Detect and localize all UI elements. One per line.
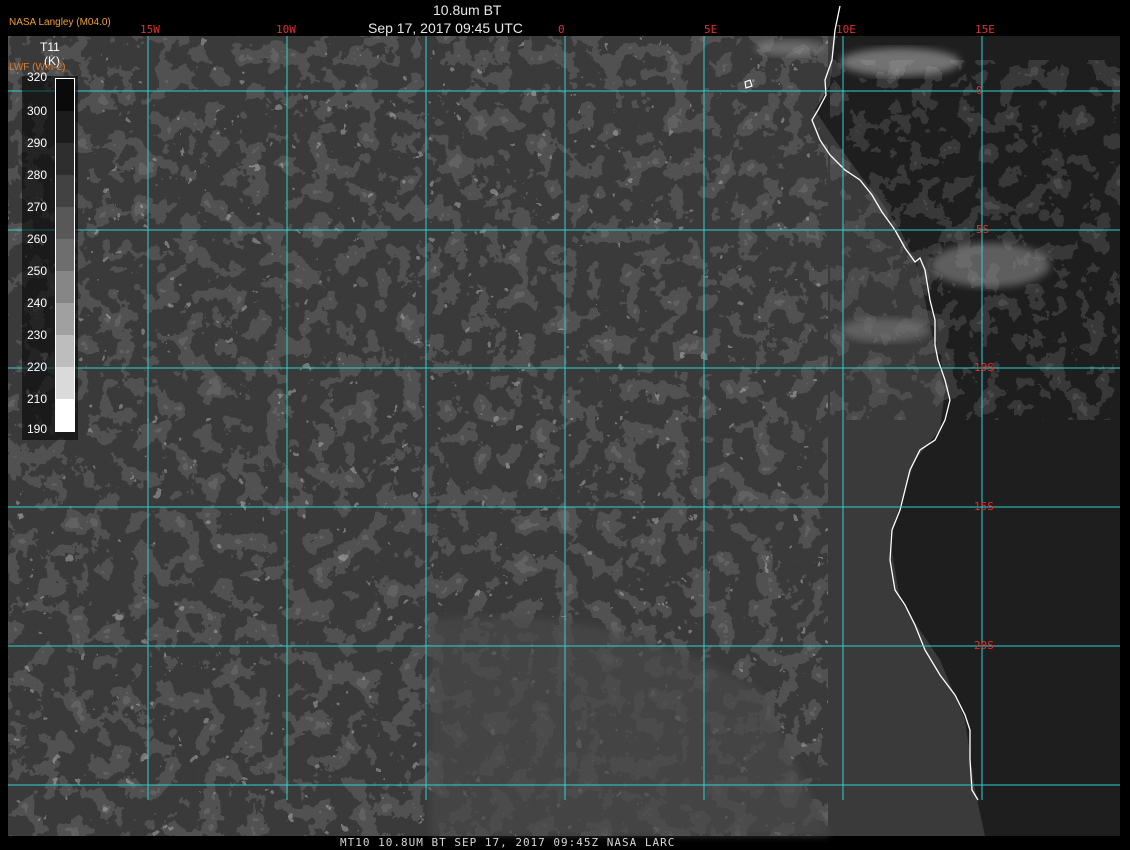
- product-title: 10.8um BT: [433, 2, 502, 18]
- colorbar-tick: 300: [27, 104, 47, 118]
- colorbar-tick: 250: [27, 264, 47, 278]
- colorbar-tick: 280: [27, 168, 47, 182]
- colorbar-tick: 230: [27, 328, 47, 342]
- colorbar-tick: 260: [27, 232, 47, 246]
- cloud-patch: [755, 40, 825, 56]
- colorbar-swatch: [56, 335, 74, 367]
- footer-caption: MT10 10.8UM BT SEP 17, 2017 09:45Z NASA …: [340, 836, 676, 849]
- cloud-patch: [840, 48, 960, 76]
- lon-label: 5E: [704, 23, 717, 36]
- satellite-map: 15W 10W 0 5E 10E 15E 0 5S 10S 15S 20S T1…: [8, 5, 1120, 836]
- lon-label: 10E: [836, 23, 856, 36]
- colorbar-swatch: [56, 175, 74, 207]
- colorbar-tick: 220: [27, 360, 47, 374]
- colorbar-variable: T11: [40, 40, 60, 54]
- image-datetime: Sep 17, 2017 09:45 UTC: [368, 20, 523, 36]
- lon-label: 15E: [975, 23, 995, 36]
- colorbar-swatch: [56, 79, 74, 111]
- colorbar-swatch: [56, 303, 74, 335]
- colorbar-swatch: [56, 207, 74, 239]
- colorbar-tick: 210: [27, 392, 47, 406]
- colorbar-tick: 270: [27, 200, 47, 214]
- cloud-patch: [930, 243, 1050, 287]
- lat-label: 0: [976, 84, 983, 97]
- colorbar-swatch: [56, 271, 74, 303]
- lat-label: 20S: [974, 639, 994, 652]
- credit-label: NASA Langley (M04.0): [9, 17, 111, 28]
- lon-label: 0: [558, 23, 565, 36]
- colorbar-tick: 240: [27, 296, 47, 310]
- lat-label: 15S: [974, 500, 994, 513]
- lat-label: 5S: [976, 223, 989, 236]
- colorbar-tick: 290: [27, 136, 47, 150]
- lat-label: 10S: [974, 361, 994, 374]
- secondary-variable-label: LWF (Wm-2): [9, 62, 66, 73]
- colorbar: T11 (K) 320 300 290 280 270 260 250 240 …: [22, 40, 78, 440]
- colorbar-swatch: [56, 143, 74, 175]
- colorbar-swatch: [56, 367, 74, 399]
- colorbar-swatch: [56, 399, 74, 431]
- lon-label: 10W: [276, 23, 296, 36]
- cloud-patch: [840, 318, 930, 342]
- colorbar-tick: 190: [27, 422, 47, 436]
- colorbar-swatch: [56, 239, 74, 271]
- lon-label: 15W: [140, 23, 160, 36]
- colorbar-swatch: [56, 111, 74, 143]
